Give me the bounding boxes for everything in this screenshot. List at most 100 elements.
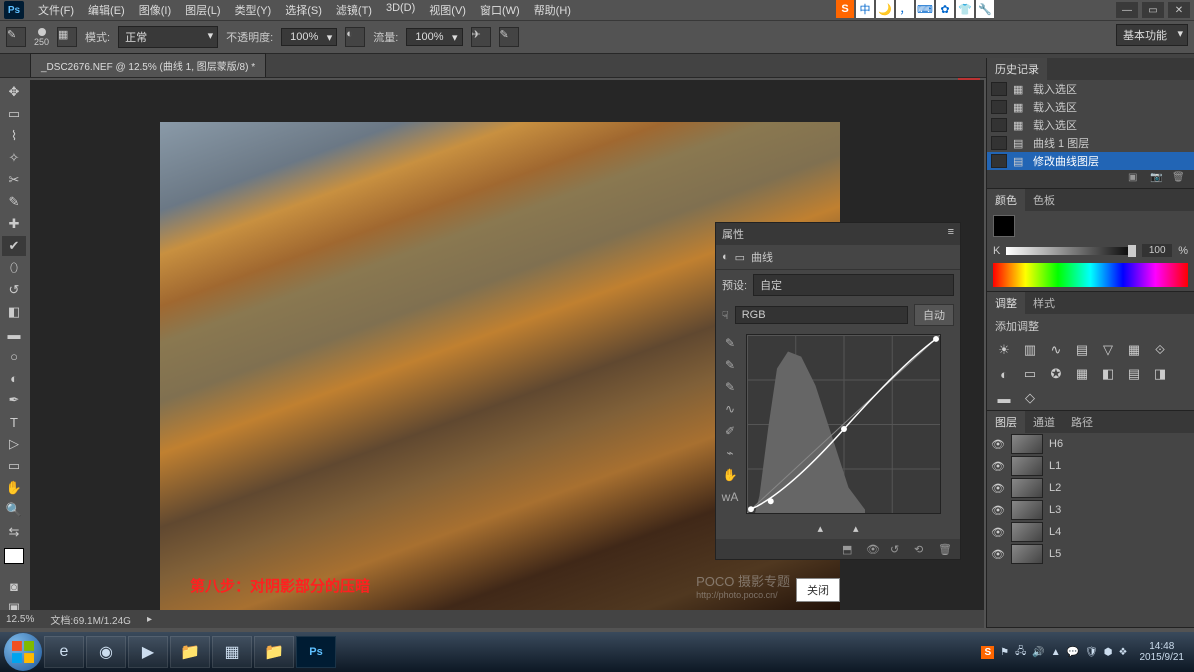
dodge-tool[interactable]: ◐ [2, 368, 26, 388]
adjust-tab[interactable]: 调整 [987, 292, 1025, 314]
vibrance-icon[interactable]: ▽ [1099, 342, 1117, 358]
menu-3d[interactable]: 3D(D) [380, 0, 421, 20]
fg-bg-swatch[interactable] [4, 548, 24, 564]
folder-icon[interactable]: 📁 [254, 636, 294, 668]
move-tool[interactable]: ✥ [2, 82, 26, 102]
wand-tool[interactable]: ✧ [2, 148, 26, 168]
reset-icon[interactable]: ↺ [890, 541, 906, 557]
camera-icon[interactable]: 📷 [1150, 172, 1166, 186]
history-brush-tool[interactable]: ↺ [2, 280, 26, 300]
color-fg-swatch[interactable] [993, 215, 1015, 237]
bw-icon[interactable]: ◐ [995, 366, 1013, 382]
tool-preset-icon[interactable]: ✎ [6, 27, 26, 47]
layer-row[interactable]: 👁L3 [987, 499, 1194, 521]
eye-icon[interactable]: 👁 [991, 438, 1005, 451]
menu-edit[interactable]: 编辑(E) [82, 0, 131, 20]
lookup-icon[interactable]: ▦ [1073, 366, 1091, 382]
history-tab[interactable]: 历史记录 [987, 58, 1047, 80]
pressure-opacity-icon[interactable]: ◐ [345, 27, 365, 47]
ps-task-icon[interactable]: Ps [296, 636, 336, 668]
marquee-tool[interactable]: ▭ [2, 104, 26, 124]
ime-flower-icon[interactable]: ✿ [936, 0, 954, 18]
invert-icon[interactable]: ◧ [1099, 366, 1117, 382]
heal-tool[interactable]: ✚ [2, 214, 26, 234]
trash-icon[interactable]: 🗑 [938, 541, 954, 557]
black-point-slider[interactable]: ▴ [817, 522, 823, 535]
quickmask-tool[interactable]: ◙ [2, 576, 26, 596]
tray-up-icon[interactable]: ▲ [1051, 647, 1061, 658]
layer-row[interactable]: 👁L2 [987, 477, 1194, 499]
prev-icon[interactable]: ⟲ [914, 541, 930, 557]
close-window-button[interactable]: ✕ [1168, 2, 1190, 18]
eyedrop-black-icon[interactable]: ✎ [720, 334, 740, 352]
gradient-map-icon[interactable]: ▬ [995, 390, 1013, 406]
tray-net-icon[interactable]: 🖧 [1015, 644, 1026, 661]
menu-view[interactable]: 视图(V) [423, 0, 472, 20]
curve-smooth-icon[interactable]: ⌁ [720, 444, 740, 462]
ime-logo[interactable]: S [836, 0, 854, 18]
crop-tool[interactable]: ✂ [2, 170, 26, 190]
layer-row[interactable]: 👁H6 [987, 433, 1194, 455]
layer-row[interactable]: 👁L5 [987, 543, 1194, 565]
finger-icon[interactable]: ☟ [722, 309, 729, 322]
menu-select[interactable]: 选择(S) [279, 0, 328, 20]
menu-help[interactable]: 帮助(H) [528, 0, 577, 20]
preset-dropdown[interactable]: 自定 [753, 274, 954, 296]
panel-menu-icon[interactable]: ≡ [948, 226, 954, 242]
k-slider[interactable] [1006, 247, 1136, 255]
shape-tool[interactable]: ▭ [2, 456, 26, 476]
menu-type[interactable]: 类型(Y) [229, 0, 278, 20]
brush-tool[interactable]: ✔ [2, 236, 26, 256]
eyedropper-tool[interactable]: ✎ [2, 192, 26, 212]
curve-pencil-icon[interactable]: ✐ [720, 422, 740, 440]
tray-chat-icon[interactable]: 💬 [1067, 647, 1079, 658]
curves-icon[interactable]: ∿ [1047, 342, 1065, 358]
tray-s-icon[interactable]: S [981, 646, 994, 659]
brightness-icon[interactable]: ☀ [995, 342, 1013, 358]
brush-panel-icon[interactable]: ▦ [57, 27, 77, 47]
ime-shirt-icon[interactable]: 👕 [956, 0, 974, 18]
history-item[interactable]: ▦载入选区 [987, 98, 1194, 116]
ime-moon-icon[interactable]: 🌙 [876, 0, 894, 18]
eyedrop-gray-icon[interactable]: ✎ [720, 356, 740, 374]
white-point-slider[interactable]: ▴ [853, 522, 859, 535]
properties-header[interactable]: 属性 ≡ [716, 223, 960, 245]
flow-value[interactable]: 100% [406, 28, 462, 46]
explorer-icon[interactable]: 📁 [170, 636, 210, 668]
stamp-tool[interactable]: ⬯ [2, 258, 26, 278]
tray-misc2-icon[interactable]: ❖ [1119, 647, 1128, 658]
selective-icon[interactable]: ◇ [1021, 390, 1039, 406]
poster-icon[interactable]: ▤ [1125, 366, 1143, 382]
curves-graph[interactable] [746, 334, 941, 514]
threshold-icon[interactable]: ◨ [1151, 366, 1169, 382]
minimize-button[interactable]: — [1116, 2, 1138, 18]
document-tab[interactable]: _DSC2676.NEF @ 12.5% (曲线 1, 图层蒙版/8) * [30, 53, 266, 77]
menu-window[interactable]: 窗口(W) [474, 0, 526, 20]
blur-tool[interactable]: ○ [2, 346, 26, 366]
k-value[interactable]: 100 [1142, 244, 1172, 257]
history-item[interactable]: ▤曲线 1 图层 [987, 134, 1194, 152]
menu-filter[interactable]: 滤镜(T) [330, 0, 378, 20]
tray-flag-icon[interactable]: ⚑ [1000, 647, 1009, 658]
color-tab[interactable]: 颜色 [987, 189, 1025, 211]
snapshot-icon[interactable]: ▣ [1128, 172, 1144, 186]
tray-misc-icon[interactable]: ⬢ [1104, 647, 1113, 658]
layer-row[interactable]: 👁L4 [987, 521, 1194, 543]
curve-hand-icon[interactable]: ✋ [720, 466, 740, 484]
zoom-tool[interactable]: 🔍 [2, 500, 26, 520]
eye-icon[interactable]: 👁 [991, 460, 1005, 473]
curve-wa-icon[interactable]: wA [720, 488, 740, 506]
ime-lang[interactable]: 中 [856, 0, 874, 18]
path-tool[interactable]: ▷ [2, 434, 26, 454]
eyedrop-white-icon[interactable]: ✎ [720, 378, 740, 396]
gradient-tool[interactable]: ▬ [2, 324, 26, 344]
eraser-tool[interactable]: ◧ [2, 302, 26, 322]
overlay-close-button[interactable]: 关闭 [796, 578, 840, 602]
curve-point-icon[interactable]: ∿ [720, 400, 740, 418]
clock[interactable]: 14:48 2015/9/21 [1134, 641, 1191, 663]
start-button[interactable] [4, 633, 42, 671]
balance-icon[interactable]: ⟐ [1151, 342, 1169, 358]
opacity-value[interactable]: 100% [281, 28, 337, 46]
ie-icon[interactable]: e [44, 636, 84, 668]
clip-icon[interactable]: ⬒ [842, 541, 858, 557]
